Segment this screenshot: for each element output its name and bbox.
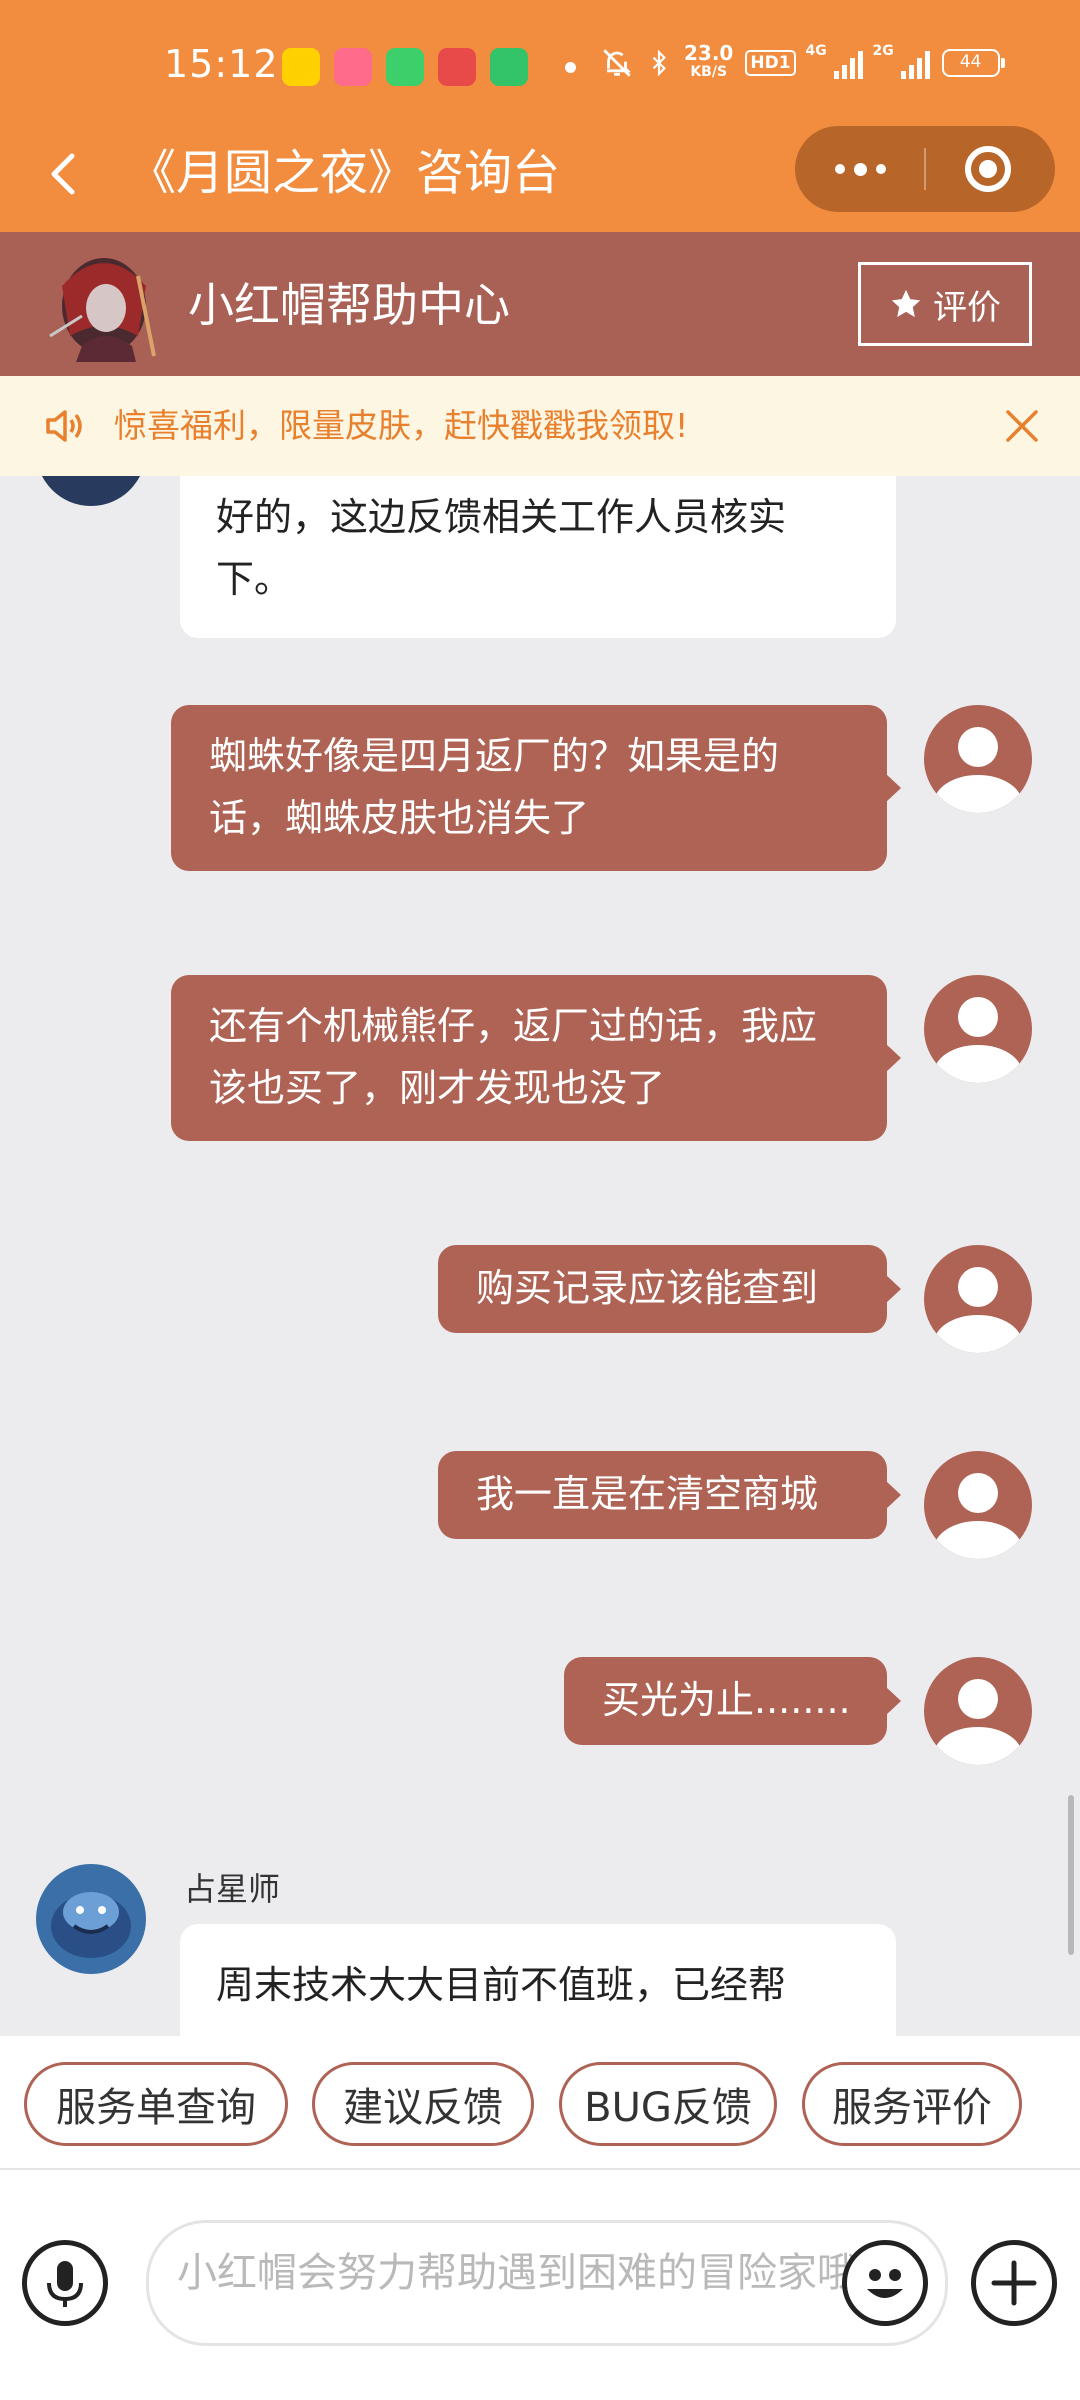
signal-4g-icon: 4G bbox=[806, 43, 863, 79]
status-time: 15:12 bbox=[164, 42, 279, 86]
meituan-icon bbox=[282, 48, 320, 86]
battery-icon: 44 bbox=[941, 49, 1005, 77]
agent-name: 占星师 bbox=[184, 1870, 281, 1908]
notification-app-icons bbox=[282, 48, 528, 86]
quick-reply-suggestion[interactable]: 建议反馈 bbox=[312, 2062, 534, 2146]
promo-notice[interactable]: 惊喜福利，限量皮肤，赶快戳戳我领取! bbox=[0, 376, 1080, 476]
user-avatar bbox=[924, 1451, 1032, 1559]
user-avatar bbox=[924, 705, 1032, 813]
quick-reply-bug-report[interactable]: BUG反馈 bbox=[559, 2062, 777, 2146]
rate-button[interactable]: 评价 bbox=[858, 262, 1032, 346]
add-more-button[interactable] bbox=[971, 2240, 1057, 2326]
agent-avatar bbox=[36, 1864, 146, 1974]
voice-button[interactable] bbox=[22, 2240, 108, 2326]
music-icon bbox=[490, 48, 528, 86]
chat-message-list[interactable]: 好的，这边反馈相关工作人员核实下。 蜘蛛好像是四月返厂的？如果是的话，蜘蛛皮肤也… bbox=[0, 476, 1080, 2036]
emoji-button[interactable] bbox=[842, 2240, 928, 2326]
bluetooth-icon bbox=[652, 49, 666, 77]
game-icon bbox=[334, 48, 372, 86]
quick-reply-service-ticket[interactable]: 服务单查询 bbox=[24, 2062, 288, 2146]
user-avatar bbox=[924, 975, 1032, 1083]
input-placeholder: 小红帽会努力帮助遇到困难的冒险家哦~ bbox=[177, 2250, 891, 2296]
back-arrow-icon[interactable] bbox=[40, 146, 96, 202]
more-menu-button[interactable] bbox=[795, 126, 925, 212]
microphone-icon bbox=[47, 2261, 83, 2307]
gamebox-icon bbox=[438, 48, 476, 86]
help-center-header: 小红帽帮助中心 评价 bbox=[0, 232, 1080, 376]
message-bubble: 还有个机械熊仔，返厂过的话，我应该也买了，刚才发现也没了 bbox=[171, 975, 901, 1141]
quick-reply-service-rating[interactable]: 服务评价 bbox=[802, 2062, 1022, 2146]
title-bar: 《月圆之夜》咨询台 bbox=[0, 118, 1080, 232]
input-bar: 小红帽会努力帮助遇到困难的冒险家哦~ bbox=[0, 2170, 1080, 2400]
chat-icon bbox=[386, 48, 424, 86]
user-avatar bbox=[924, 1245, 1032, 1353]
message-bubble: 购买记录应该能查到 bbox=[438, 1245, 901, 1333]
close-mini-program-button[interactable] bbox=[965, 146, 1011, 192]
page-title: 《月圆之夜》咨询台 bbox=[128, 145, 561, 201]
agent-avatar bbox=[36, 476, 146, 506]
signal-2g-icon: 2G bbox=[873, 43, 930, 79]
message-bubble: 周末技术大大目前不值班，已经帮 bbox=[180, 1924, 896, 2036]
net-speed: 23.0 KB/S bbox=[684, 41, 734, 80]
mini-program-capsule bbox=[795, 126, 1055, 212]
mute-bell-icon bbox=[603, 49, 632, 77]
star-icon bbox=[891, 289, 921, 318]
close-icon[interactable] bbox=[1000, 404, 1044, 448]
status-right: 23.0 KB/S HD1 4G 2G 44 bbox=[600, 41, 1005, 82]
help-center-title: 小红帽帮助中心 bbox=[188, 278, 510, 332]
smile-face-icon bbox=[867, 2269, 903, 2298]
message-bubble: 蜘蛛好像是四月返厂的？如果是的话，蜘蛛皮肤也消失了 bbox=[171, 705, 901, 871]
quick-reply-bar: 服务单查询 建议反馈 BUG反馈 服务评价 bbox=[0, 2036, 1080, 2170]
message-input[interactable]: 小红帽会努力帮助遇到困难的冒险家哦~ bbox=[146, 2220, 948, 2346]
notification-dot bbox=[565, 62, 576, 73]
speaker-icon bbox=[46, 410, 82, 442]
chat-scrollbar[interactable] bbox=[1068, 1795, 1074, 1955]
rate-label: 评价 bbox=[933, 288, 1001, 327]
red-hood-avatar-icon bbox=[49, 258, 156, 362]
status-bar: 15:12 23.0 KB/S HD1 4G 2G 44 bbox=[0, 0, 1080, 118]
message-bubble: 我一直是在清空商城 bbox=[438, 1451, 901, 1539]
hd-badge: HD1 bbox=[745, 50, 796, 76]
user-avatar bbox=[924, 1657, 1032, 1765]
message-bubble: 好的，这边反馈相关工作人员核实下。 bbox=[180, 476, 896, 638]
message-bubble: 买光为止........ bbox=[564, 1657, 901, 1745]
capsule-divider bbox=[924, 148, 926, 190]
plus-icon bbox=[991, 2260, 1037, 2306]
notice-text: 惊喜福利，限量皮肤，赶快戳戳我领取! bbox=[114, 406, 689, 445]
